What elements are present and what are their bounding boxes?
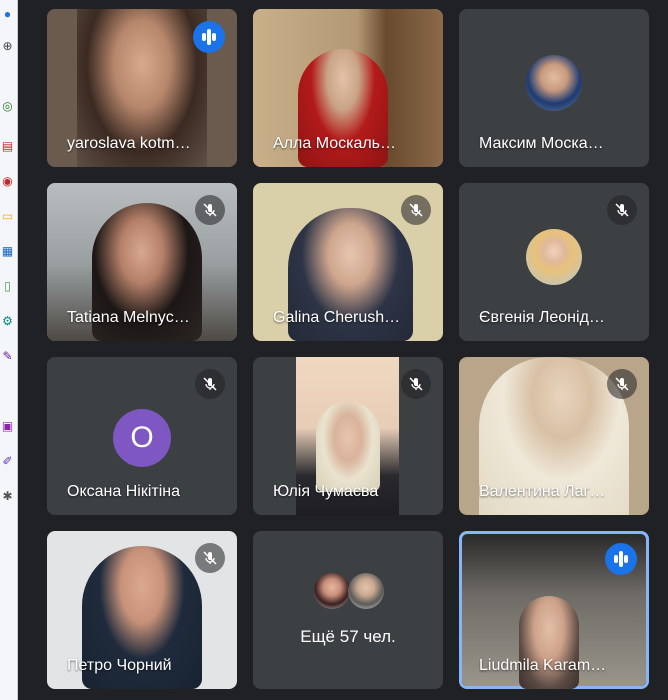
left-toolbar: ● ⊕ ◎ ▤ ◉ ▭ ▦ ▯ ⚙ ✎ ▣ ✐ ✱ [0,0,18,700]
plugin-icon[interactable]: ✱ [1,490,14,503]
participant-tile[interactable]: yaroslava kotm… [47,9,237,167]
participant-name: yaroslava kotm… [67,135,191,152]
participant-tile[interactable]: Юлія Чумаєва [253,357,443,515]
participant-tile[interactable]: Валентина Лаг… [459,357,649,515]
participant-tile[interactable]: Алла Москаль… [253,9,443,167]
file-icon[interactable]: ▣ [1,420,14,433]
participant-name: Юлія Чумаєва [273,483,379,500]
apps-icon[interactable]: ▦ [1,245,14,258]
participant-name: Galina Cherush… [273,309,401,326]
layout-icon[interactable]: ▤ [1,140,14,153]
mic-off-icon [195,543,225,573]
record-icon[interactable]: ◉ [1,175,14,188]
participant-name: Оксана Нікітіна [67,483,180,500]
mic-off-icon [401,369,431,399]
avatar [314,573,350,609]
participant-name: Liudmila Karam… [479,657,607,674]
person [316,402,380,492]
zoom-icon[interactable]: ⊕ [1,40,14,53]
avatar-letter: О [113,409,171,467]
more-participants-tile[interactable]: Ещё 57 чел. [253,531,443,689]
avatar [526,229,582,285]
mic-off-icon [607,195,637,225]
participant-tile[interactable]: Євгенія Леонід… [459,183,649,341]
audio-level-icon [605,543,637,575]
participant-tile[interactable]: Максим Моска… [459,9,649,167]
participant-name: Алла Москаль… [273,135,397,152]
mic-off-icon [195,195,225,225]
pen-icon[interactable]: ✎ [1,350,14,363]
more-participants-label: Ещё 57 чел. [300,627,396,646]
browser-icon[interactable]: ● [1,8,14,21]
avatar [526,55,582,111]
audio-level-icon [193,21,225,53]
person [519,596,579,689]
share-icon[interactable]: ◎ [1,100,14,113]
participant-name: Євгенія Леонід… [479,309,605,326]
participant-tile[interactable]: Tatiana Melnyc… [47,183,237,341]
participant-name: Максим Моска… [479,135,604,152]
participant-name: Tatiana Melnyc… [67,309,190,326]
participant-tile[interactable]: Liudmila Karam… [459,531,649,689]
mic-off-icon [401,195,431,225]
participant-tile[interactable]: Петро Чорний [47,531,237,689]
mic-off-icon [195,369,225,399]
participant-name: Петро Чорний [67,657,172,674]
participant-tile[interactable]: Galina Cherush… [253,183,443,341]
participant-name: Валентина Лаг… [479,483,606,500]
edit-icon[interactable]: ✐ [1,455,14,468]
settings-icon[interactable]: ⚙ [1,315,14,328]
avatar [348,573,384,609]
participant-tile[interactable]: О Оксана Нікітіна [47,357,237,515]
chat-icon[interactable]: ▭ [1,210,14,223]
mic-off-icon [607,369,637,399]
panel-icon[interactable]: ▯ [1,280,14,293]
